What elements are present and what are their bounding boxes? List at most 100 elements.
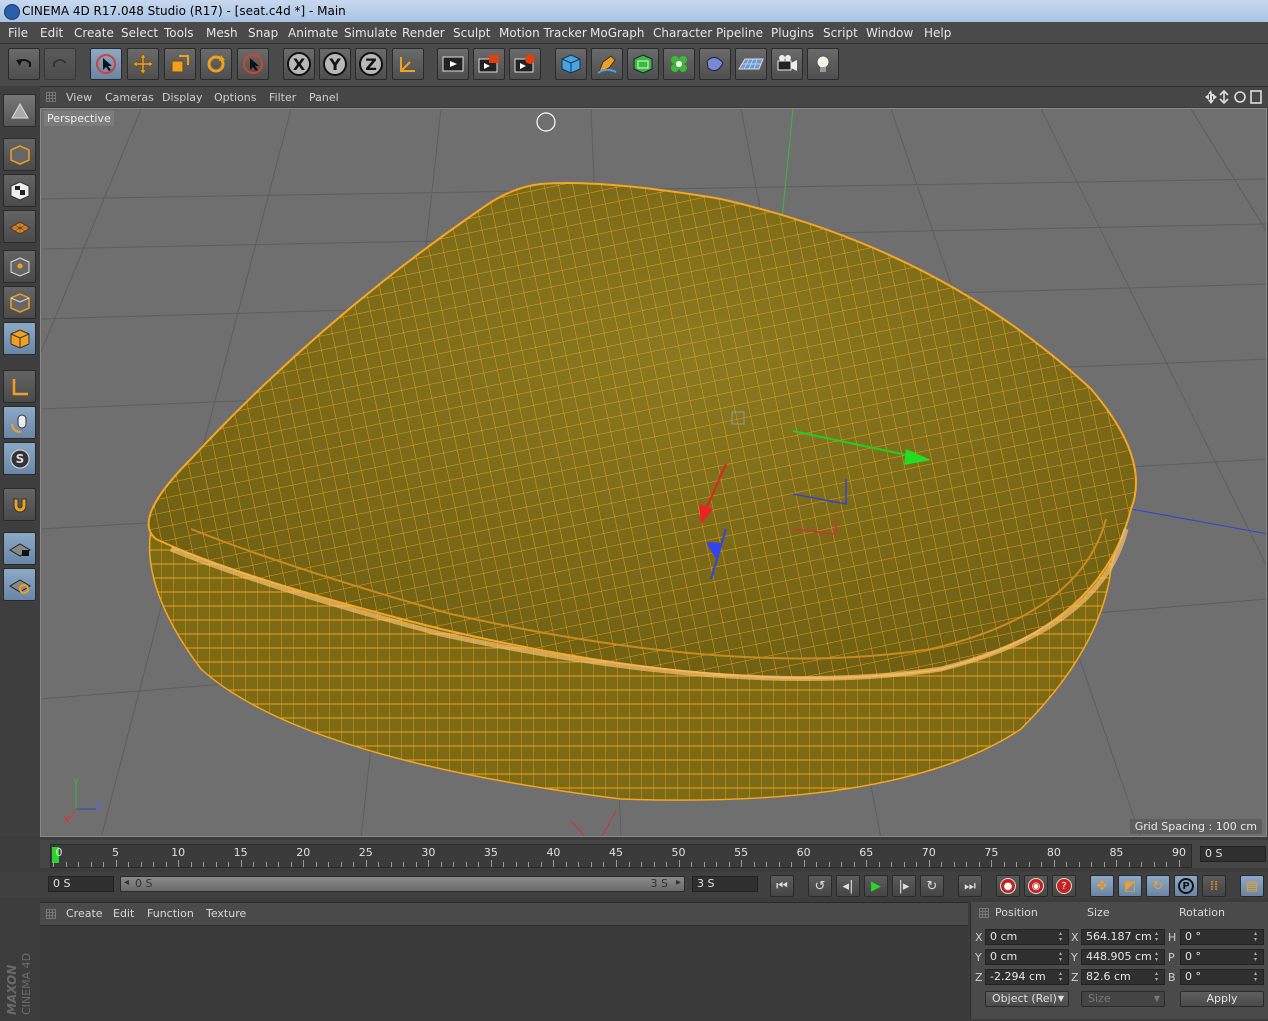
position-z-field[interactable]: -2.294 cm (985, 969, 1069, 985)
viewport-menu-panel[interactable]: Panel (309, 91, 339, 104)
size-y-field[interactable]: 448.905 cm (1081, 949, 1165, 965)
subdivision-icon[interactable] (627, 48, 659, 80)
live-selection-icon[interactable] (90, 48, 122, 80)
material-menu-create[interactable]: Create (66, 907, 103, 920)
menu-script[interactable]: Script (823, 26, 858, 40)
menu-pipeline[interactable]: Pipeline (716, 26, 763, 40)
step-back-icon[interactable]: ◂| (836, 875, 860, 897)
undo-icon[interactable] (8, 48, 40, 80)
preview-range-slider[interactable]: ◂ 0 S 3 S ▸ (120, 876, 685, 892)
z-axis-lock-button[interactable]: Z (355, 48, 387, 80)
planar-workplane-icon[interactable] (3, 568, 36, 601)
menu-plugins[interactable]: Plugins (771, 26, 814, 40)
camera-icon[interactable] (771, 48, 803, 80)
menu-snap[interactable]: Snap (248, 26, 278, 40)
menu-help[interactable]: Help (924, 26, 951, 40)
polygon-mode-icon[interactable] (3, 322, 36, 355)
timeline-window-icon[interactable]: ▤ (1240, 875, 1264, 897)
end-frame-field[interactable]: 3 S (692, 876, 758, 892)
viewport-menu-filter[interactable]: Filter (269, 91, 296, 104)
menu-file[interactable]: File (8, 26, 28, 40)
texture-mode-icon[interactable] (3, 174, 36, 207)
axis-mode-icon[interactable] (3, 370, 36, 403)
material-menu-edit[interactable]: Edit (113, 907, 134, 920)
x-axis-lock-button[interactable]: X (283, 48, 315, 80)
render-view-icon[interactable] (437, 48, 469, 80)
coordinate-mode-dropdown[interactable]: Object (Rel) ▼ (985, 991, 1069, 1007)
record-active-objects-icon[interactable]: ● (996, 875, 1020, 897)
record-pla-icon[interactable]: ⁞⁞ (1202, 875, 1226, 897)
make-editable-icon[interactable] (3, 94, 36, 127)
render-picture-viewer-icon[interactable] (473, 48, 505, 80)
locked-workplane-icon[interactable] (3, 532, 36, 565)
position-x-field[interactable]: 0 cm (985, 929, 1069, 945)
autokeying-icon[interactable]: ◉ (1024, 875, 1048, 897)
size-x-field[interactable]: 564.187 cm (1081, 929, 1165, 945)
workplane-mode-icon[interactable] (3, 210, 36, 243)
tweak-mode-icon[interactable] (3, 406, 36, 439)
pen-icon[interactable] (591, 48, 623, 80)
edge-mode-icon[interactable] (3, 286, 36, 319)
menu-character[interactable]: Character (653, 26, 712, 40)
menu-motion-tracker[interactable]: Motion Tracker (499, 26, 587, 40)
material-menu-function[interactable]: Function (147, 907, 194, 920)
record-scale-icon[interactable]: ◩ (1118, 875, 1142, 897)
record-rotation-icon[interactable]: ↻ (1146, 875, 1170, 897)
point-mode-icon[interactable] (3, 250, 36, 283)
rotation-h-field[interactable]: 0 ° (1180, 929, 1264, 945)
menu-create[interactable]: Create (74, 26, 114, 40)
viewport-camera-label[interactable]: Perspective (44, 111, 114, 126)
viewport-menu-options[interactable]: Options (214, 91, 256, 104)
snapping-icon[interactable]: S (3, 442, 36, 475)
rotation-b-field[interactable]: 0 ° (1180, 969, 1264, 985)
floor-icon[interactable] (735, 48, 767, 80)
menu-edit[interactable]: Edit (40, 26, 63, 40)
record-position-icon[interactable]: ✥ (1090, 875, 1114, 897)
move-icon[interactable] (127, 48, 159, 80)
cube-icon[interactable] (555, 48, 587, 80)
render-settings-icon[interactable] (509, 48, 541, 80)
goto-previous-key-icon[interactable]: ↺ (808, 875, 832, 897)
perspective-viewport[interactable]: Perspective Y Z X Grid Spacing : 100 cm (40, 108, 1267, 837)
y-axis-lock-button[interactable]: Y (319, 48, 351, 80)
redo-icon[interactable] (44, 48, 76, 80)
step-forward-icon[interactable]: |▸ (892, 875, 916, 897)
scale-icon[interactable] (164, 48, 196, 80)
position-y-field[interactable]: 0 cm (985, 949, 1069, 965)
rotate-icon[interactable] (200, 48, 232, 80)
last-tool-icon[interactable] (237, 48, 269, 80)
model-mode-icon[interactable] (3, 138, 36, 171)
viewport-menu-cameras[interactable]: Cameras (105, 91, 154, 104)
current-frame-field[interactable]: 0 S (1200, 846, 1266, 862)
goto-next-key-icon[interactable]: ↻ (920, 875, 944, 897)
menu-tools[interactable]: Tools (164, 26, 194, 40)
menu-render[interactable]: Render (402, 26, 445, 40)
menu-mograph[interactable]: MoGraph (590, 26, 645, 40)
material-list[interactable] (40, 925, 968, 1021)
deformer-icon[interactable] (699, 48, 731, 80)
viewport-menu-display[interactable]: Display (162, 91, 203, 104)
rotation-p-field[interactable]: 0 ° (1180, 949, 1264, 965)
menu-mesh[interactable]: Mesh (206, 26, 238, 40)
timeline-ruler[interactable]: 0 5 10 15 20 25 30 35 40 45 50 55 60 65 70 75 80 85 90 (50, 844, 1192, 868)
menu-simulate[interactable]: Simulate (344, 26, 397, 40)
menu-window[interactable]: Window (866, 26, 913, 40)
cloner-icon[interactable] (663, 48, 695, 80)
size-z-field[interactable]: 82.6 cm (1081, 969, 1165, 985)
menu-animate[interactable]: Animate (288, 26, 338, 40)
viewport-menu-view[interactable]: View (66, 91, 92, 104)
apply-button[interactable]: Apply (1180, 991, 1264, 1007)
menu-sculpt[interactable]: Sculpt (453, 26, 490, 40)
goto-start-icon[interactable]: ⏮ (770, 875, 794, 897)
record-parameter-icon[interactable]: P (1174, 875, 1198, 897)
goto-end-icon[interactable]: ⏭ (958, 875, 982, 897)
light-icon[interactable] (807, 48, 839, 80)
play-icon[interactable]: ▶ (864, 875, 888, 897)
coordinate-system-icon[interactable] (392, 48, 424, 80)
menu-select[interactable]: Select (121, 26, 158, 40)
start-frame-field[interactable]: 0 S (48, 876, 114, 892)
material-menu-texture[interactable]: Texture (206, 907, 246, 920)
magnet-icon[interactable] (3, 488, 36, 521)
keyframe-selection-icon[interactable]: ? (1052, 875, 1076, 897)
viewport-navigation-icons[interactable] (1204, 89, 1264, 105)
